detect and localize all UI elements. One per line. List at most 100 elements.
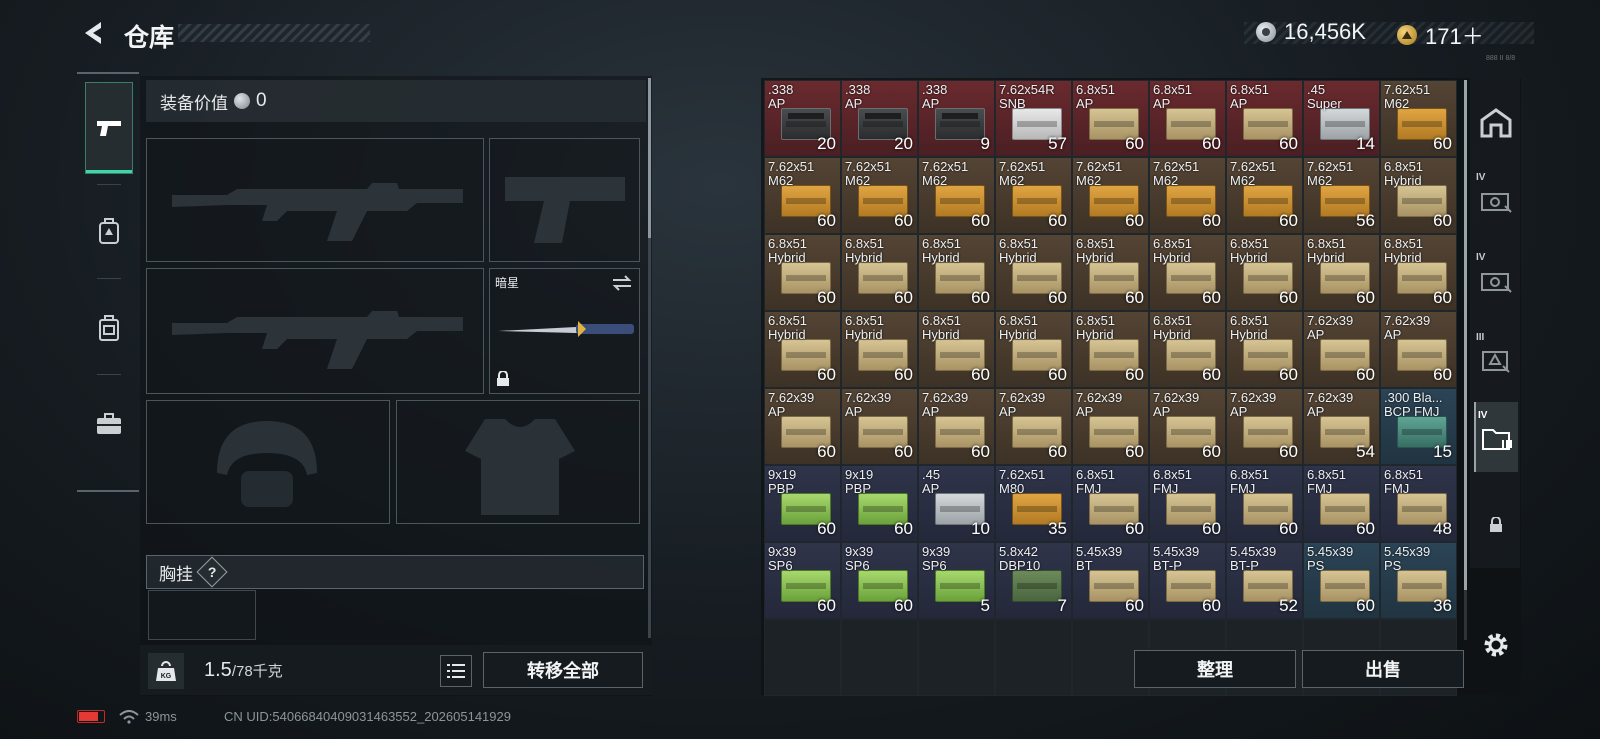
rail-backpack-tab[interactable] bbox=[85, 282, 133, 374]
help-icon[interactable]: ? bbox=[196, 556, 228, 588]
inventory-item[interactable]: .300 Bla... BCP FMJ 15 bbox=[1380, 388, 1457, 465]
inventory-item[interactable]: 9x19 PBP 60 bbox=[841, 465, 918, 542]
inventory-item[interactable]: 6.8x51 Hybrid 60 bbox=[918, 311, 995, 388]
inventory-item[interactable]: .338 AP 20 bbox=[841, 80, 918, 157]
inventory-item[interactable]: 7.62x51 M62 60 bbox=[1226, 157, 1303, 234]
rail-weapons-tab[interactable] bbox=[85, 82, 133, 174]
inventory-item[interactable]: 7.62x39 AP 60 bbox=[1303, 311, 1380, 388]
inventory-item[interactable]: 6.8x51 Hybrid 60 bbox=[995, 234, 1072, 311]
inventory-item[interactable]: 6.8x51 Hybrid 60 bbox=[1072, 234, 1149, 311]
inventory-item[interactable]: 9x39 SP6 60 bbox=[764, 542, 841, 619]
inventory-item[interactable]: .45 AP 10 bbox=[918, 465, 995, 542]
inventory-item[interactable]: .338 AP 20 bbox=[764, 80, 841, 157]
rail-tier4-tab-1[interactable]: IV bbox=[1474, 164, 1518, 234]
inventory-item[interactable]: 6.8x51 Hybrid 60 bbox=[1226, 311, 1303, 388]
inventory-item[interactable]: 7.62x54R SNB 57 bbox=[995, 80, 1072, 157]
melee-slot[interactable]: 暗星 bbox=[489, 268, 640, 394]
secondary-weapon-slot[interactable] bbox=[146, 268, 484, 394]
stash-scrollbar-thumb[interactable] bbox=[1464, 80, 1467, 590]
inventory-item[interactable]: 6.8x51 Hybrid 60 bbox=[764, 234, 841, 311]
inventory-item[interactable]: 6.8x51 FMJ 60 bbox=[1226, 465, 1303, 542]
inventory-item[interactable]: 6.8x51 Hybrid 60 bbox=[1149, 234, 1226, 311]
inventory-item[interactable]: 7.62x51 M62 60 bbox=[764, 157, 841, 234]
sidearm-slot[interactable] bbox=[489, 138, 640, 262]
inventory-item[interactable]: 6.8x51 FMJ 60 bbox=[1072, 465, 1149, 542]
inventory-item[interactable]: 6.8x51 AP 60 bbox=[1149, 80, 1226, 157]
inventory-item[interactable]: 9x39 SP6 60 bbox=[841, 542, 918, 619]
inventory-item[interactable]: 5.45x39 BT 60 bbox=[1072, 542, 1149, 619]
inventory-item[interactable]: 7.62x51 M80 35 bbox=[995, 465, 1072, 542]
inventory-item[interactable]: 6.8x51 FMJ 48 bbox=[1380, 465, 1457, 542]
sell-button[interactable]: 出售 bbox=[1302, 650, 1464, 688]
inventory-item[interactable]: 7.62x39 AP 60 bbox=[1380, 311, 1457, 388]
inventory-item[interactable]: 7.62x39 AP 60 bbox=[1226, 388, 1303, 465]
item-name: 7.62x39 AP bbox=[922, 390, 969, 419]
loadout-scrollbar-thumb[interactable] bbox=[648, 78, 651, 238]
settings-button[interactable] bbox=[1474, 620, 1518, 670]
inventory-item[interactable]: 6.8x51 FMJ 60 bbox=[1149, 465, 1226, 542]
rifle-silhouette-icon bbox=[172, 311, 463, 369]
gold-currency[interactable]: 171＋ bbox=[1397, 19, 1484, 51]
inventory-item[interactable]: 6.8x51 Hybrid 60 bbox=[1303, 234, 1380, 311]
inventory-item[interactable]: 7.62x39 AP 54 bbox=[1303, 388, 1380, 465]
inventory-item[interactable]: 7.62x51 M62 56 bbox=[1303, 157, 1380, 234]
inventory-item[interactable]: .338 AP 9 bbox=[918, 80, 995, 157]
inventory-item[interactable]: 5.45x39 BT-P 60 bbox=[1149, 542, 1226, 619]
inventory-empty-slot[interactable] bbox=[841, 619, 918, 696]
rail-tier4-tab-2[interactable]: IV bbox=[1474, 244, 1518, 314]
inventory-item[interactable]: 6.8x51 Hybrid 60 bbox=[1149, 311, 1226, 388]
inventory-item[interactable]: 6.8x51 AP 60 bbox=[1072, 80, 1149, 157]
rail-locked-tab[interactable] bbox=[1474, 490, 1518, 560]
inventory-item[interactable]: 6.8x51 FMJ 60 bbox=[1303, 465, 1380, 542]
tier-label: IV bbox=[1476, 252, 1486, 263]
inventory-item[interactable]: 7.62x39 AP 60 bbox=[995, 388, 1072, 465]
inventory-item[interactable]: 7.62x39 AP 60 bbox=[1149, 388, 1226, 465]
inventory-item[interactable]: 6.8x51 Hybrid 60 bbox=[995, 311, 1072, 388]
armor-slot[interactable] bbox=[396, 400, 640, 524]
inventory-item[interactable]: 5.45x39 PS 60 bbox=[1303, 542, 1380, 619]
rail-equipment-tab[interactable] bbox=[85, 186, 133, 278]
inventory-item[interactable]: 6.8x51 Hybrid 60 bbox=[1072, 311, 1149, 388]
inventory-item[interactable]: 7.62x39 AP 60 bbox=[918, 388, 995, 465]
inventory-item[interactable]: 5.8x42 DBP10 7 bbox=[995, 542, 1072, 619]
inventory-item[interactable]: 7.62x39 AP 60 bbox=[764, 388, 841, 465]
primary-weapon-slot[interactable] bbox=[146, 138, 484, 262]
inventory-item[interactable]: 7.62x39 AP 60 bbox=[841, 388, 918, 465]
inventory-item[interactable]: 7.62x39 AP 60 bbox=[1072, 388, 1149, 465]
inventory-item[interactable]: 7.62x51 M62 60 bbox=[1380, 80, 1457, 157]
rail-case-tab[interactable] bbox=[85, 378, 133, 470]
inventory-item[interactable]: .45 Super 14 bbox=[1303, 80, 1380, 157]
rail-tier4-tab-active[interactable]: IV bbox=[1474, 402, 1518, 472]
inventory-item[interactable]: 6.8x51 Hybrid 60 bbox=[1380, 157, 1457, 234]
inventory-item[interactable]: 6.8x51 AP 60 bbox=[1226, 80, 1303, 157]
inventory-item[interactable]: 7.62x51 M62 60 bbox=[1072, 157, 1149, 234]
swap-icon[interactable] bbox=[611, 274, 633, 292]
list-view-button[interactable] bbox=[440, 655, 472, 687]
gold-currency-amount[interactable]: 171＋ bbox=[1425, 19, 1484, 51]
rail-tier3-tab[interactable]: III bbox=[1474, 324, 1518, 394]
inventory-item[interactable]: 6.8x51 Hybrid 60 bbox=[1380, 234, 1457, 311]
inventory-item[interactable]: 7.62x51 M62 60 bbox=[995, 157, 1072, 234]
inventory-item[interactable]: 7.62x51 M62 60 bbox=[1149, 157, 1226, 234]
inventory-item[interactable]: 7.62x51 M62 60 bbox=[918, 157, 995, 234]
inventory-item[interactable]: 9x19 PBP 60 bbox=[764, 465, 841, 542]
inventory-item[interactable]: 6.8x51 Hybrid 60 bbox=[1226, 234, 1303, 311]
inventory-item[interactable]: 6.8x51 Hybrid 60 bbox=[841, 311, 918, 388]
inventory-item[interactable]: 6.8x51 Hybrid 60 bbox=[841, 234, 918, 311]
inventory-item[interactable]: 6.8x51 Hybrid 60 bbox=[764, 311, 841, 388]
helmet-slot[interactable] bbox=[146, 400, 390, 524]
item-quantity: 60 bbox=[1202, 519, 1221, 538]
inventory-item[interactable]: 5.45x39 BT-P 52 bbox=[1226, 542, 1303, 619]
back-button[interactable] bbox=[76, 16, 110, 50]
inventory-item[interactable]: 9x39 SP6 5 bbox=[918, 542, 995, 619]
inventory-item[interactable]: 6.8x51 Hybrid 60 bbox=[918, 234, 995, 311]
inventory-empty-slot[interactable] bbox=[995, 619, 1072, 696]
rail-all-items-tab[interactable] bbox=[1474, 88, 1518, 158]
inventory-empty-slot[interactable] bbox=[764, 619, 841, 696]
inventory-empty-slot[interactable] bbox=[918, 619, 995, 696]
organize-button[interactable]: 整理 bbox=[1134, 650, 1296, 688]
chest-rig-slot[interactable] bbox=[148, 590, 256, 640]
inventory-item[interactable]: 5.45x39 PS 36 bbox=[1380, 542, 1457, 619]
transfer-all-button[interactable]: 转移全部 bbox=[483, 652, 643, 688]
inventory-item[interactable]: 7.62x51 M62 60 bbox=[841, 157, 918, 234]
